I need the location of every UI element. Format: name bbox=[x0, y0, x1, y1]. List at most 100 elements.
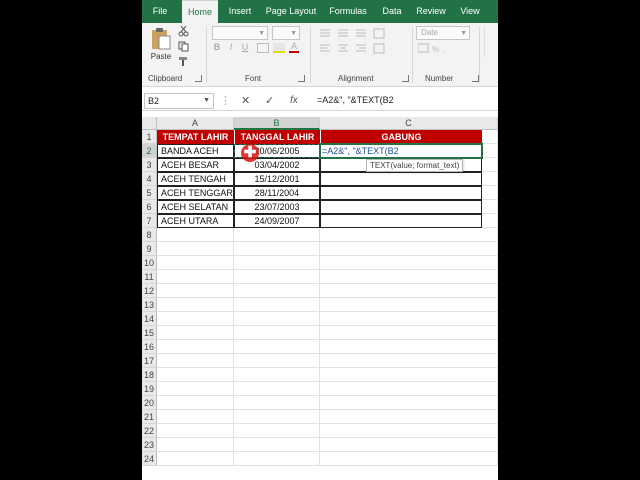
row-header[interactable]: 9 bbox=[142, 242, 157, 256]
italic-button[interactable]: I bbox=[226, 42, 236, 52]
borders-icon[interactable] bbox=[257, 43, 269, 53]
grid-line bbox=[157, 437, 498, 438]
cell-tempat-lahir[interactable]: BANDA ACEH bbox=[157, 144, 234, 158]
clipboard-launcher-icon[interactable] bbox=[195, 75, 202, 82]
format-painter-icon[interactable] bbox=[177, 56, 189, 68]
row-header[interactable]: 21 bbox=[142, 410, 157, 424]
grid-line bbox=[157, 451, 498, 452]
row-header[interactable]: 3 bbox=[142, 158, 157, 172]
header-tanggal-lahir[interactable]: TANGGAL LAHIR bbox=[234, 130, 320, 144]
cut-icon[interactable] bbox=[177, 25, 189, 38]
font-color-icon[interactable]: A bbox=[289, 41, 299, 53]
tab-data[interactable]: Data bbox=[376, 0, 408, 23]
row-header[interactable]: 1 bbox=[142, 130, 157, 144]
cell-tanggal-lahir[interactable]: 24/09/2007 bbox=[234, 214, 320, 228]
grid-line bbox=[157, 367, 498, 368]
tab-insert[interactable]: Insert bbox=[222, 0, 258, 23]
row-header[interactable]: 11 bbox=[142, 270, 157, 284]
grid-line bbox=[157, 255, 498, 256]
row-header[interactable]: 20 bbox=[142, 396, 157, 410]
row-header[interactable]: 13 bbox=[142, 298, 157, 312]
row-header[interactable]: 24 bbox=[142, 452, 157, 466]
row-header[interactable]: 14 bbox=[142, 312, 157, 326]
cell-tanggal-lahir[interactable]: 23/07/2003 bbox=[234, 200, 320, 214]
row-header[interactable]: 10 bbox=[142, 256, 157, 270]
number-launcher-icon[interactable] bbox=[472, 75, 479, 82]
row-header[interactable]: 2 bbox=[142, 144, 157, 158]
tab-home[interactable]: Home bbox=[182, 0, 218, 23]
cell-tanggal-lahir[interactable]: 28/11/2004 bbox=[234, 186, 320, 200]
alignment-launcher-icon[interactable] bbox=[402, 75, 409, 82]
row-header[interactable]: 19 bbox=[142, 382, 157, 396]
name-box[interactable]: B2 ▼ bbox=[144, 93, 214, 109]
grid-line bbox=[497, 130, 498, 466]
bold-button[interactable]: B bbox=[212, 42, 222, 52]
select-all-corner[interactable] bbox=[142, 117, 157, 130]
cell-gabung[interactable] bbox=[320, 200, 482, 214]
excel-window: File Home Insert Page Layout Formulas Da… bbox=[142, 0, 498, 480]
cell-gabung[interactable] bbox=[320, 186, 482, 200]
grid-line bbox=[157, 269, 498, 270]
copy-icon[interactable] bbox=[177, 41, 189, 53]
insert-function-icon[interactable]: fx bbox=[290, 94, 298, 108]
cell-gabung[interactable] bbox=[320, 214, 482, 228]
grid-line bbox=[157, 381, 498, 382]
font-group-label: Font bbox=[245, 74, 262, 83]
tab-view[interactable]: View bbox=[454, 0, 486, 23]
name-box-dropdown-icon[interactable]: ▼ bbox=[203, 94, 210, 108]
tab-page-layout[interactable]: Page Layout bbox=[262, 0, 320, 23]
column-header-c[interactable]: C bbox=[320, 117, 498, 130]
cell-tempat-lahir[interactable]: ACEH UTARA bbox=[157, 214, 234, 228]
formula-input[interactable]: =A2&", "&TEXT(B2 bbox=[317, 95, 394, 105]
cell-tempat-lahir[interactable]: ACEH BESAR bbox=[157, 158, 234, 172]
grid-line bbox=[157, 423, 498, 424]
cell-gabung[interactable] bbox=[320, 172, 482, 186]
paste-button[interactable]: Paste bbox=[148, 27, 174, 61]
svg-text:%: % bbox=[432, 45, 439, 54]
row-header[interactable]: 7 bbox=[142, 214, 157, 228]
row-header[interactable]: 15 bbox=[142, 326, 157, 340]
fill-color-icon[interactable] bbox=[273, 43, 285, 53]
tab-formulas[interactable]: Formulas bbox=[324, 0, 372, 23]
enter-icon[interactable]: ✓ bbox=[265, 94, 274, 108]
cell-tanggal-lahir[interactable]: 15/12/2001 bbox=[234, 172, 320, 186]
row-header[interactable]: 22 bbox=[142, 424, 157, 438]
row-header[interactable]: 17 bbox=[142, 354, 157, 368]
crosshair-cursor-icon: ✚ bbox=[243, 144, 257, 161]
row-header[interactable]: 8 bbox=[142, 228, 157, 242]
number-format-icons[interactable]: %, bbox=[417, 43, 468, 55]
group-separator bbox=[206, 27, 207, 83]
tab-file[interactable]: File bbox=[142, 0, 178, 23]
header-gabung[interactable]: GABUNG bbox=[320, 130, 482, 144]
grid-line bbox=[157, 283, 498, 284]
cell-tempat-lahir[interactable]: ACEH TENGAH bbox=[157, 172, 234, 186]
cell-tempat-lahir[interactable]: ACEH TENGGARA bbox=[157, 186, 234, 200]
row-header[interactable]: 23 bbox=[142, 438, 157, 452]
font-size-combo[interactable]: ▼ bbox=[272, 26, 300, 40]
row-header[interactable]: 5 bbox=[142, 186, 157, 200]
header-tempat-lahir[interactable]: TEMPAT LAHIR bbox=[157, 130, 234, 144]
worksheet-grid[interactable]: A B C 1 2 3 4 5 6 7 8 9 10 11 12 13 14 15 16 17 18 19 20 21 2… bbox=[142, 117, 498, 480]
paste-label: Paste bbox=[150, 52, 172, 61]
alignment-icons[interactable] bbox=[318, 27, 388, 67]
row-header[interactable]: 12 bbox=[142, 284, 157, 298]
cancel-icon[interactable]: ✕ bbox=[241, 94, 250, 108]
font-launcher-icon[interactable] bbox=[298, 75, 305, 82]
font-name-combo[interactable]: ▼ bbox=[212, 26, 268, 40]
row-header[interactable]: 16 bbox=[142, 340, 157, 354]
tab-review[interactable]: Review bbox=[412, 0, 450, 23]
group-separator bbox=[310, 27, 311, 83]
grid-line bbox=[157, 395, 498, 396]
column-header-b[interactable]: B bbox=[234, 117, 320, 130]
alignment-group-label: Alignment bbox=[338, 74, 374, 83]
cell-tempat-lahir[interactable]: ACEH SELATAN bbox=[157, 200, 234, 214]
grid-line bbox=[157, 353, 498, 354]
row-header[interactable]: 6 bbox=[142, 200, 157, 214]
number-format-combo[interactable]: Date ▼ bbox=[416, 26, 470, 40]
underline-button[interactable]: U bbox=[240, 42, 250, 52]
row-header[interactable]: 4 bbox=[142, 172, 157, 186]
column-header-a[interactable]: A bbox=[157, 117, 234, 130]
cell-c2-editing[interactable]: =A2&", "&TEXT(B2 bbox=[322, 144, 472, 158]
row-header[interactable]: 18 bbox=[142, 368, 157, 382]
styles-icon[interactable] bbox=[484, 27, 496, 57]
